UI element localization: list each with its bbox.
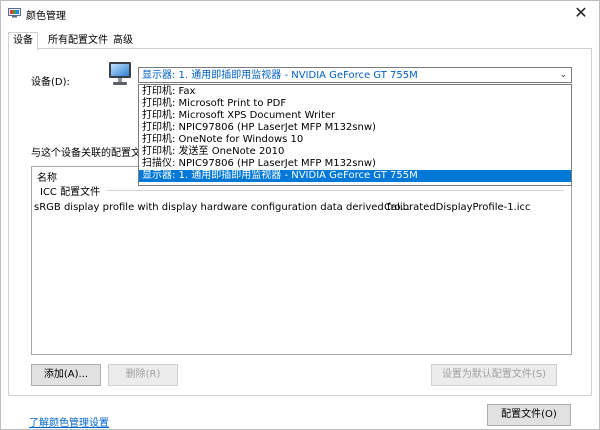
close-button[interactable]: ✕	[571, 3, 591, 23]
device-dropdown-list: 打印机: Fax 打印机: Microsoft Print to PDF 打印机…	[138, 84, 572, 186]
profile-filename: CalibratedDisplayProfile-1.icc	[384, 202, 531, 213]
color-management-icon	[8, 8, 21, 18]
title-bar: 颜色管理 ✕	[1, 1, 599, 27]
tab-advanced[interactable]: 高级	[109, 33, 137, 49]
dropdown-option[interactable]: 打印机: OneNote for Windows 10	[139, 134, 571, 146]
dropdown-option[interactable]: 扫描仪: NPIC97806 (HP LaserJet MFP M132snw)	[139, 158, 571, 170]
list-item[interactable]: sRGB display profile with display hardwa…	[34, 202, 569, 216]
dropdown-option-selected[interactable]: 显示器: 1. 通用即插即用监视器 - NVIDIA GeForce GT 75…	[139, 170, 571, 182]
dropdown-option[interactable]: 打印机: Microsoft XPS Document Writer	[139, 110, 571, 122]
monitor-icon	[109, 62, 131, 85]
learn-color-management-link[interactable]: 了解颜色管理设置	[29, 414, 109, 429]
profiles-button[interactable]: 配置文件(O)	[487, 404, 571, 426]
dropdown-option[interactable]: 打印机: Microsoft Print to PDF	[139, 98, 571, 110]
profile-description: sRGB display profile with display hardwa…	[34, 202, 410, 213]
chevron-down-icon: ⌄	[559, 70, 567, 80]
remove-button[interactable]: 删除(R)	[108, 364, 178, 386]
color-management-window: 颜色管理 ✕ 设备 所有配置文件 高级 设备(D): 显示器: 1. 通用即插即…	[0, 0, 600, 430]
device-select-value: 显示器: 1. 通用即插即用监视器 - NVIDIA GeForce GT 75…	[142, 70, 418, 81]
tab-devices[interactable]: 设备	[8, 32, 38, 51]
close-icon: ✕	[574, 3, 588, 22]
tab-all-profiles[interactable]: 所有配置文件	[44, 33, 112, 49]
group-header-icc: ICC 配置文件	[40, 187, 101, 198]
associated-profiles-label: 与这个设备关联的配置文件	[31, 148, 151, 159]
column-header-name[interactable]: 名称	[37, 169, 57, 184]
device-label: 设备(D):	[31, 77, 70, 88]
device-select[interactable]: 显示器: 1. 通用即插即用监视器 - NVIDIA GeForce GT 75…	[138, 67, 572, 83]
add-button[interactable]: 添加(A)...	[31, 364, 101, 386]
group-divider	[106, 190, 564, 191]
dropdown-option[interactable]: 打印机: 发送至 OneNote 2010	[139, 146, 571, 158]
dropdown-option[interactable]: 打印机: NPIC97806 (HP LaserJet MFP M132snw)	[139, 122, 571, 134]
window-title: 颜色管理	[26, 11, 66, 22]
profiles-list[interactable]: 名称 ICC 配置文件 sRGB display profile with di…	[31, 166, 572, 355]
dropdown-option[interactable]: 打印机: Fax	[139, 86, 571, 98]
set-default-profile-button[interactable]: 设置为默认配置文件(S)	[431, 364, 557, 386]
